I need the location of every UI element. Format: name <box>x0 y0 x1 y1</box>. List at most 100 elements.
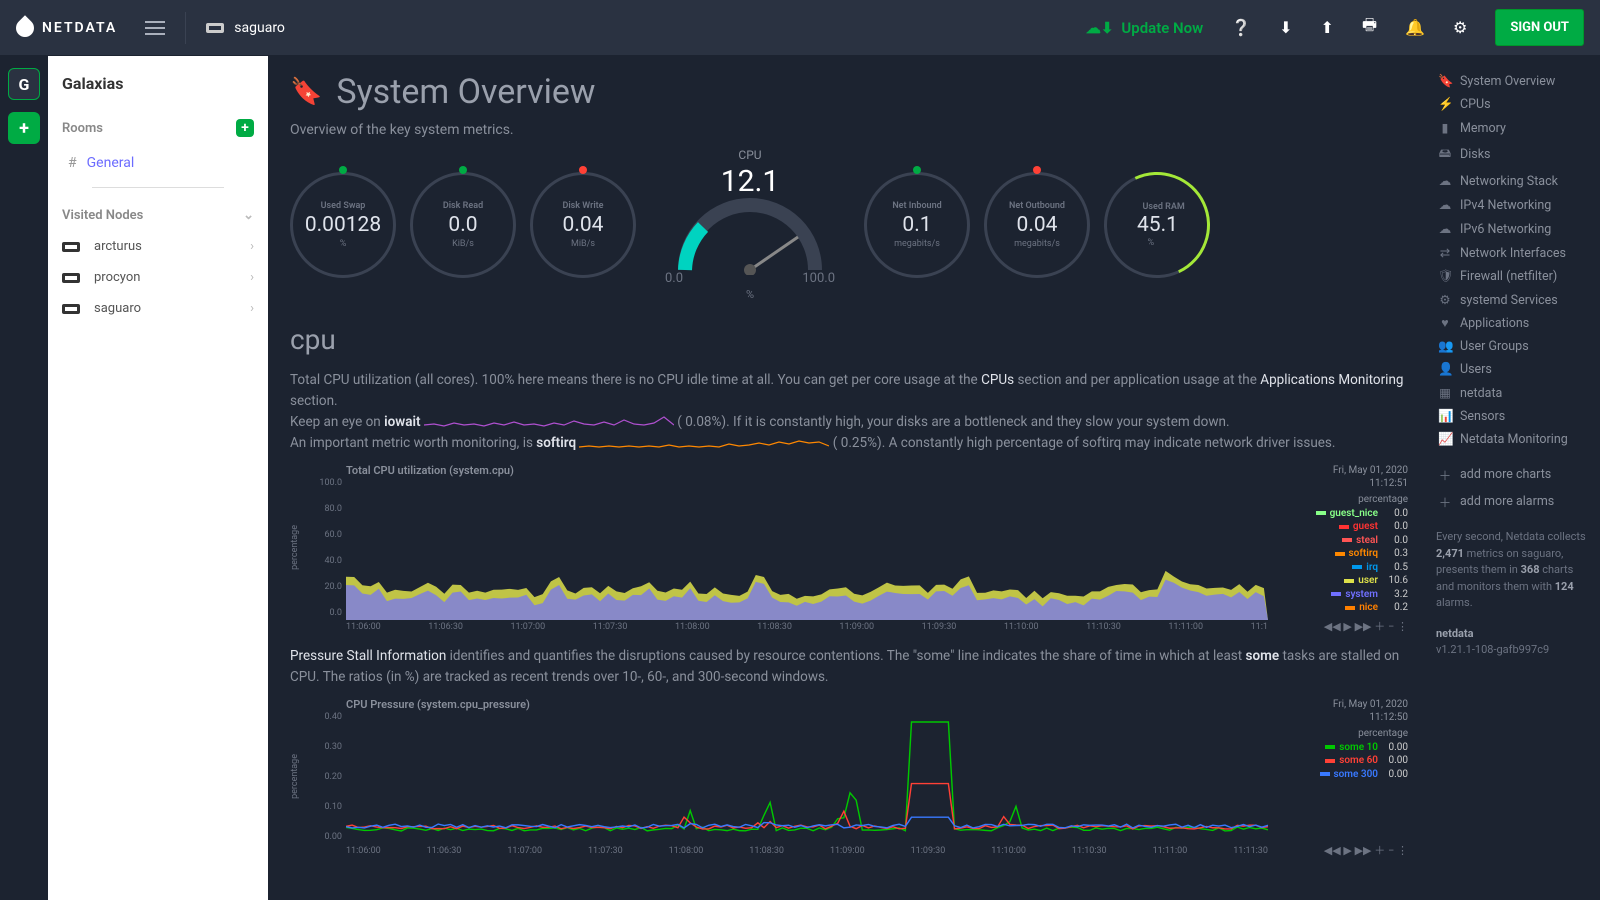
chart-cpu-pressure[interactable]: percentage 0.400.300.200.100.00 CPU Pres… <box>290 698 1408 856</box>
apps-monitoring-link[interactable]: Applications Monitoring <box>1260 372 1403 388</box>
chart-canvas[interactable] <box>346 480 1268 620</box>
chart-title: Total CPU utilization (system.cpu) <box>346 464 1268 477</box>
download-icon[interactable]: ⬇ <box>1279 18 1292 37</box>
status-dot-icon <box>913 166 921 174</box>
cpus-link[interactable]: CPUs <box>981 372 1014 388</box>
version-info: netdatav1.21.1-108-gafb997c9 <box>1436 626 1590 659</box>
rightnav-item[interactable]: ▦netdata <box>1436 381 1590 405</box>
gauges-row: Used Swap 0.00128 % Disk Read 0.0 KiB/s … <box>290 148 1408 301</box>
logo-icon <box>12 15 37 40</box>
right-nav: 🔖System Overview⚡CPUs▮Memory🖴Disks☁Netwo… <box>1430 56 1600 900</box>
gauge-netout[interactable]: Net Outbound 0.04 megabits/s <box>984 172 1090 278</box>
upload-icon[interactable]: ⬆ <box>1321 18 1334 37</box>
top-actions: ☁⬇ Update Now ❔ ⬇ ⬆ 🖶 🔔 ⚙ SIGN OUT <box>1086 9 1584 46</box>
node-icon <box>62 242 80 252</box>
legend-swatch <box>1352 565 1362 569</box>
xaxis-ticks: 11:06:0011:06:3011:07:0011:07:3011:08:00… <box>346 620 1268 632</box>
gauge-diskwrite[interactable]: Disk Write 0.04 MiB/s <box>530 172 636 278</box>
legend-name: guest <box>1353 520 1378 534</box>
nav-icon: 👥 <box>1438 339 1452 354</box>
rightnav-item[interactable]: 👥 User Groups <box>1436 335 1590 358</box>
nav-label: IPv4 Networking <box>1460 198 1551 213</box>
gauge-label: CPU <box>738 148 761 162</box>
gauge-cpu[interactable]: CPU 12.1 0.0 100.0 % <box>650 148 850 301</box>
legend-value: 0.5 <box>1382 561 1408 575</box>
psi-link[interactable]: Pressure Stall Information <box>290 648 446 664</box>
stats-text: Every second, Netdata collects 2,471 met… <box>1436 529 1590 612</box>
legend-swatch <box>1320 772 1330 776</box>
hamburger-icon[interactable] <box>145 17 165 39</box>
rightnav-action[interactable]: ＋add more alarms <box>1436 488 1590 515</box>
legend-swatch <box>1339 525 1349 529</box>
add-room-button[interactable]: + <box>236 119 254 137</box>
rightnav-item[interactable]: ▮Memory <box>1436 116 1590 140</box>
legend-value: 0.00 <box>1382 754 1408 768</box>
legend-name: guest_nice <box>1330 507 1378 521</box>
action-label: add more alarms <box>1460 494 1554 509</box>
rightnav-item[interactable]: ⇄Network Interfaces <box>1436 241 1590 265</box>
node-label: arcturus <box>94 239 142 254</box>
legend-value: 10.6 <box>1382 574 1408 588</box>
rightnav-action[interactable]: ＋add more charts <box>1436 461 1590 488</box>
gauge-arc-icon <box>670 195 830 275</box>
chart-controls[interactable]: ◀◀ ▶ ▶▶ ＋ − ⋮ <box>1324 618 1408 634</box>
nav-icon: 🛡 <box>1438 269 1452 284</box>
chart-canvas[interactable] <box>346 714 1268 844</box>
visited-nodes-header[interactable]: Visited Nodes ⌄ <box>48 194 268 231</box>
help-icon[interactable]: ❔ <box>1231 18 1251 37</box>
legend-value: 0.00 <box>1382 741 1408 755</box>
rightnav-item[interactable]: 👤Users <box>1436 358 1590 381</box>
chart-cpu-utilization[interactable]: percentage 100.080.060.040.020.00.0 Tota… <box>290 464 1408 632</box>
visited-node-item[interactable]: arcturus› <box>48 231 268 262</box>
rightnav-item[interactable]: ⚡CPUs <box>1436 93 1590 116</box>
nav-icon: ☁ <box>1438 173 1452 189</box>
nav-label: User Groups <box>1460 339 1529 354</box>
rightnav-item[interactable]: 📊Sensors <box>1436 405 1590 428</box>
nav-icon: 📈 <box>1438 432 1452 447</box>
visited-node-item[interactable]: procyon› <box>48 262 268 293</box>
nav-label: Disks <box>1460 147 1490 162</box>
legend-swatch <box>1325 759 1335 763</box>
bell-icon[interactable]: 🔔 <box>1405 18 1425 37</box>
rightnav-item[interactable]: 🖴Disks <box>1436 140 1590 169</box>
logo[interactable]: NETDATA <box>16 19 117 37</box>
divider <box>92 187 224 188</box>
node-label: saguaro <box>94 301 141 316</box>
rightnav-item[interactable]: ☁IPv6 Networking <box>1436 217 1590 241</box>
gear-icon[interactable]: ⚙ <box>1453 18 1467 37</box>
rightnav-item[interactable]: ☁Networking Stack <box>1436 169 1590 193</box>
gauge-value: 0.00128 <box>305 213 381 237</box>
chevron-down-icon: ⌄ <box>243 208 254 223</box>
rightnav-item[interactable]: 🔖System Overview <box>1436 70 1590 93</box>
room-item[interactable]: #General <box>48 145 268 181</box>
legend-value: 0.0 <box>1382 534 1408 548</box>
legend-swatch <box>1344 579 1354 583</box>
chart-controls[interactable]: ◀◀ ▶ ▶▶ ＋ − ⋮ <box>1324 842 1408 858</box>
add-workspace-button[interactable]: + <box>8 112 40 144</box>
gauge-netin[interactable]: Net Inbound 0.1 megabits/s <box>864 172 970 278</box>
softirq-sparkline <box>579 436 829 450</box>
visited-node-item[interactable]: saguaro› <box>48 293 268 324</box>
cpu-paragraph-1: Total CPU utilization (all cores). 100% … <box>290 370 1408 454</box>
current-node[interactable]: saguaro <box>206 20 285 36</box>
rightnav-item[interactable]: 📈Netdata Monitoring <box>1436 428 1590 451</box>
update-now-button[interactable]: ☁⬇ Update Now <box>1086 19 1203 37</box>
workspace-button[interactable]: G <box>8 68 40 100</box>
node-icon <box>206 23 224 33</box>
legend-value: 0.3 <box>1382 547 1408 561</box>
gauge-swap[interactable]: Used Swap 0.00128 % <box>290 172 396 278</box>
legend-swatch <box>1331 592 1341 596</box>
legend-value: 0.2 <box>1382 601 1408 615</box>
current-node-label: saguaro <box>234 20 285 36</box>
page-title: System Overview <box>336 72 595 112</box>
print-icon[interactable]: 🖶 <box>1362 14 1377 41</box>
rightnav-item[interactable]: ⚙systemd Services <box>1436 288 1590 312</box>
gauge-diskread[interactable]: Disk Read 0.0 KiB/s <box>410 172 516 278</box>
rightnav-item[interactable]: 🛡Firewall (netfilter) <box>1436 265 1590 288</box>
rightnav-item[interactable]: ☁IPv4 Networking <box>1436 193 1590 217</box>
gauge-value: 12.1 <box>721 164 780 199</box>
rightnav-item[interactable]: ♥Applications <box>1436 312 1590 335</box>
gauge-ram[interactable]: Used RAM 45.1 % <box>1089 157 1225 293</box>
legend-swatch <box>1325 745 1335 749</box>
signout-button[interactable]: SIGN OUT <box>1495 9 1584 46</box>
